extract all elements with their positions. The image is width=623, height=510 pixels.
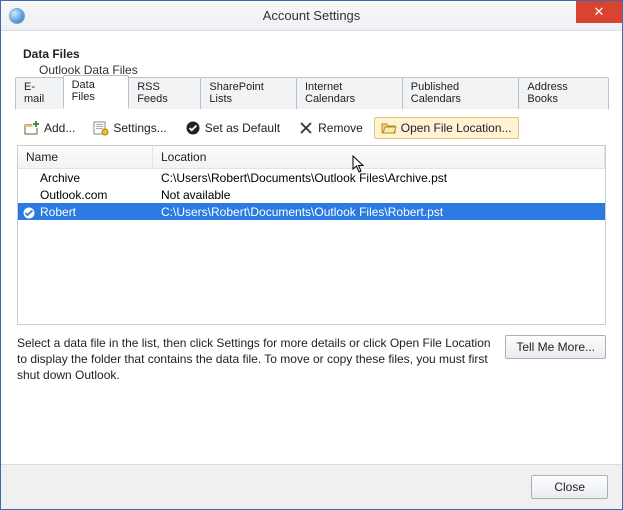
add-button[interactable]: Add... xyxy=(17,117,82,139)
table-row[interactable]: Robert C:\Users\Robert\Documents\Outlook… xyxy=(18,203,605,220)
column-name[interactable]: Name xyxy=(18,146,153,168)
row-name: Archive xyxy=(18,171,153,185)
tab-rss-feeds[interactable]: RSS Feeds xyxy=(128,77,201,109)
add-icon xyxy=(24,120,40,136)
account-settings-window: Account Settings ✕ Data Files Outlook Da… xyxy=(0,0,623,510)
open-file-location-button[interactable]: Open File Location... xyxy=(374,117,519,139)
toolbar: Add... Settings... Set as Default Remove… xyxy=(1,109,622,145)
default-check-icon xyxy=(22,206,36,220)
tab-strip: E-mail Data Files RSS Feeds SharePoint L… xyxy=(1,85,622,109)
page-title: Data Files xyxy=(23,47,600,61)
folder-open-icon xyxy=(381,120,397,136)
remove-label: Remove xyxy=(318,121,363,135)
tell-me-more-button[interactable]: Tell Me More... xyxy=(505,335,606,359)
help-text: Select a data file in the list, then cli… xyxy=(17,335,495,384)
tab-data-files[interactable]: Data Files xyxy=(63,75,130,109)
remove-button[interactable]: Remove xyxy=(291,117,370,139)
settings-icon xyxy=(93,120,109,136)
tab-address-books[interactable]: Address Books xyxy=(518,77,609,109)
tab-internet-calendars[interactable]: Internet Calendars xyxy=(296,77,403,109)
window-title: Account Settings xyxy=(1,8,622,23)
row-name: Outlook.com xyxy=(18,188,153,202)
table-row[interactable]: Outlook.com Not available xyxy=(18,186,605,203)
open-file-location-label: Open File Location... xyxy=(401,121,512,135)
tab-published-calendars[interactable]: Published Calendars xyxy=(402,77,520,109)
row-location: Not available xyxy=(153,188,605,202)
help-area: Select a data file in the list, then cli… xyxy=(1,325,622,394)
set-default-label: Set as Default xyxy=(205,121,280,135)
table-row[interactable]: Archive C:\Users\Robert\Documents\Outloo… xyxy=(18,169,605,186)
tab-sharepoint-lists[interactable]: SharePoint Lists xyxy=(200,77,297,109)
footer: Close xyxy=(1,464,622,509)
list-header: Name Location xyxy=(18,146,605,169)
tab-email[interactable]: E-mail xyxy=(15,77,64,109)
row-location: C:\Users\Robert\Documents\Outlook Files\… xyxy=(153,171,605,185)
data-files-list[interactable]: Name Location Archive C:\Users\Robert\Do… xyxy=(17,145,606,325)
check-circle-icon xyxy=(185,120,201,136)
close-dialog-button[interactable]: Close xyxy=(531,475,608,499)
remove-icon xyxy=(298,120,314,136)
settings-label: Settings... xyxy=(113,121,166,135)
add-label: Add... xyxy=(44,121,75,135)
row-name: Robert xyxy=(18,205,153,219)
set-default-button[interactable]: Set as Default xyxy=(178,117,287,139)
settings-button[interactable]: Settings... xyxy=(86,117,173,139)
row-location: C:\Users\Robert\Documents\Outlook Files\… xyxy=(153,205,605,219)
titlebar: Account Settings ✕ xyxy=(1,1,622,31)
column-location[interactable]: Location xyxy=(153,146,605,168)
